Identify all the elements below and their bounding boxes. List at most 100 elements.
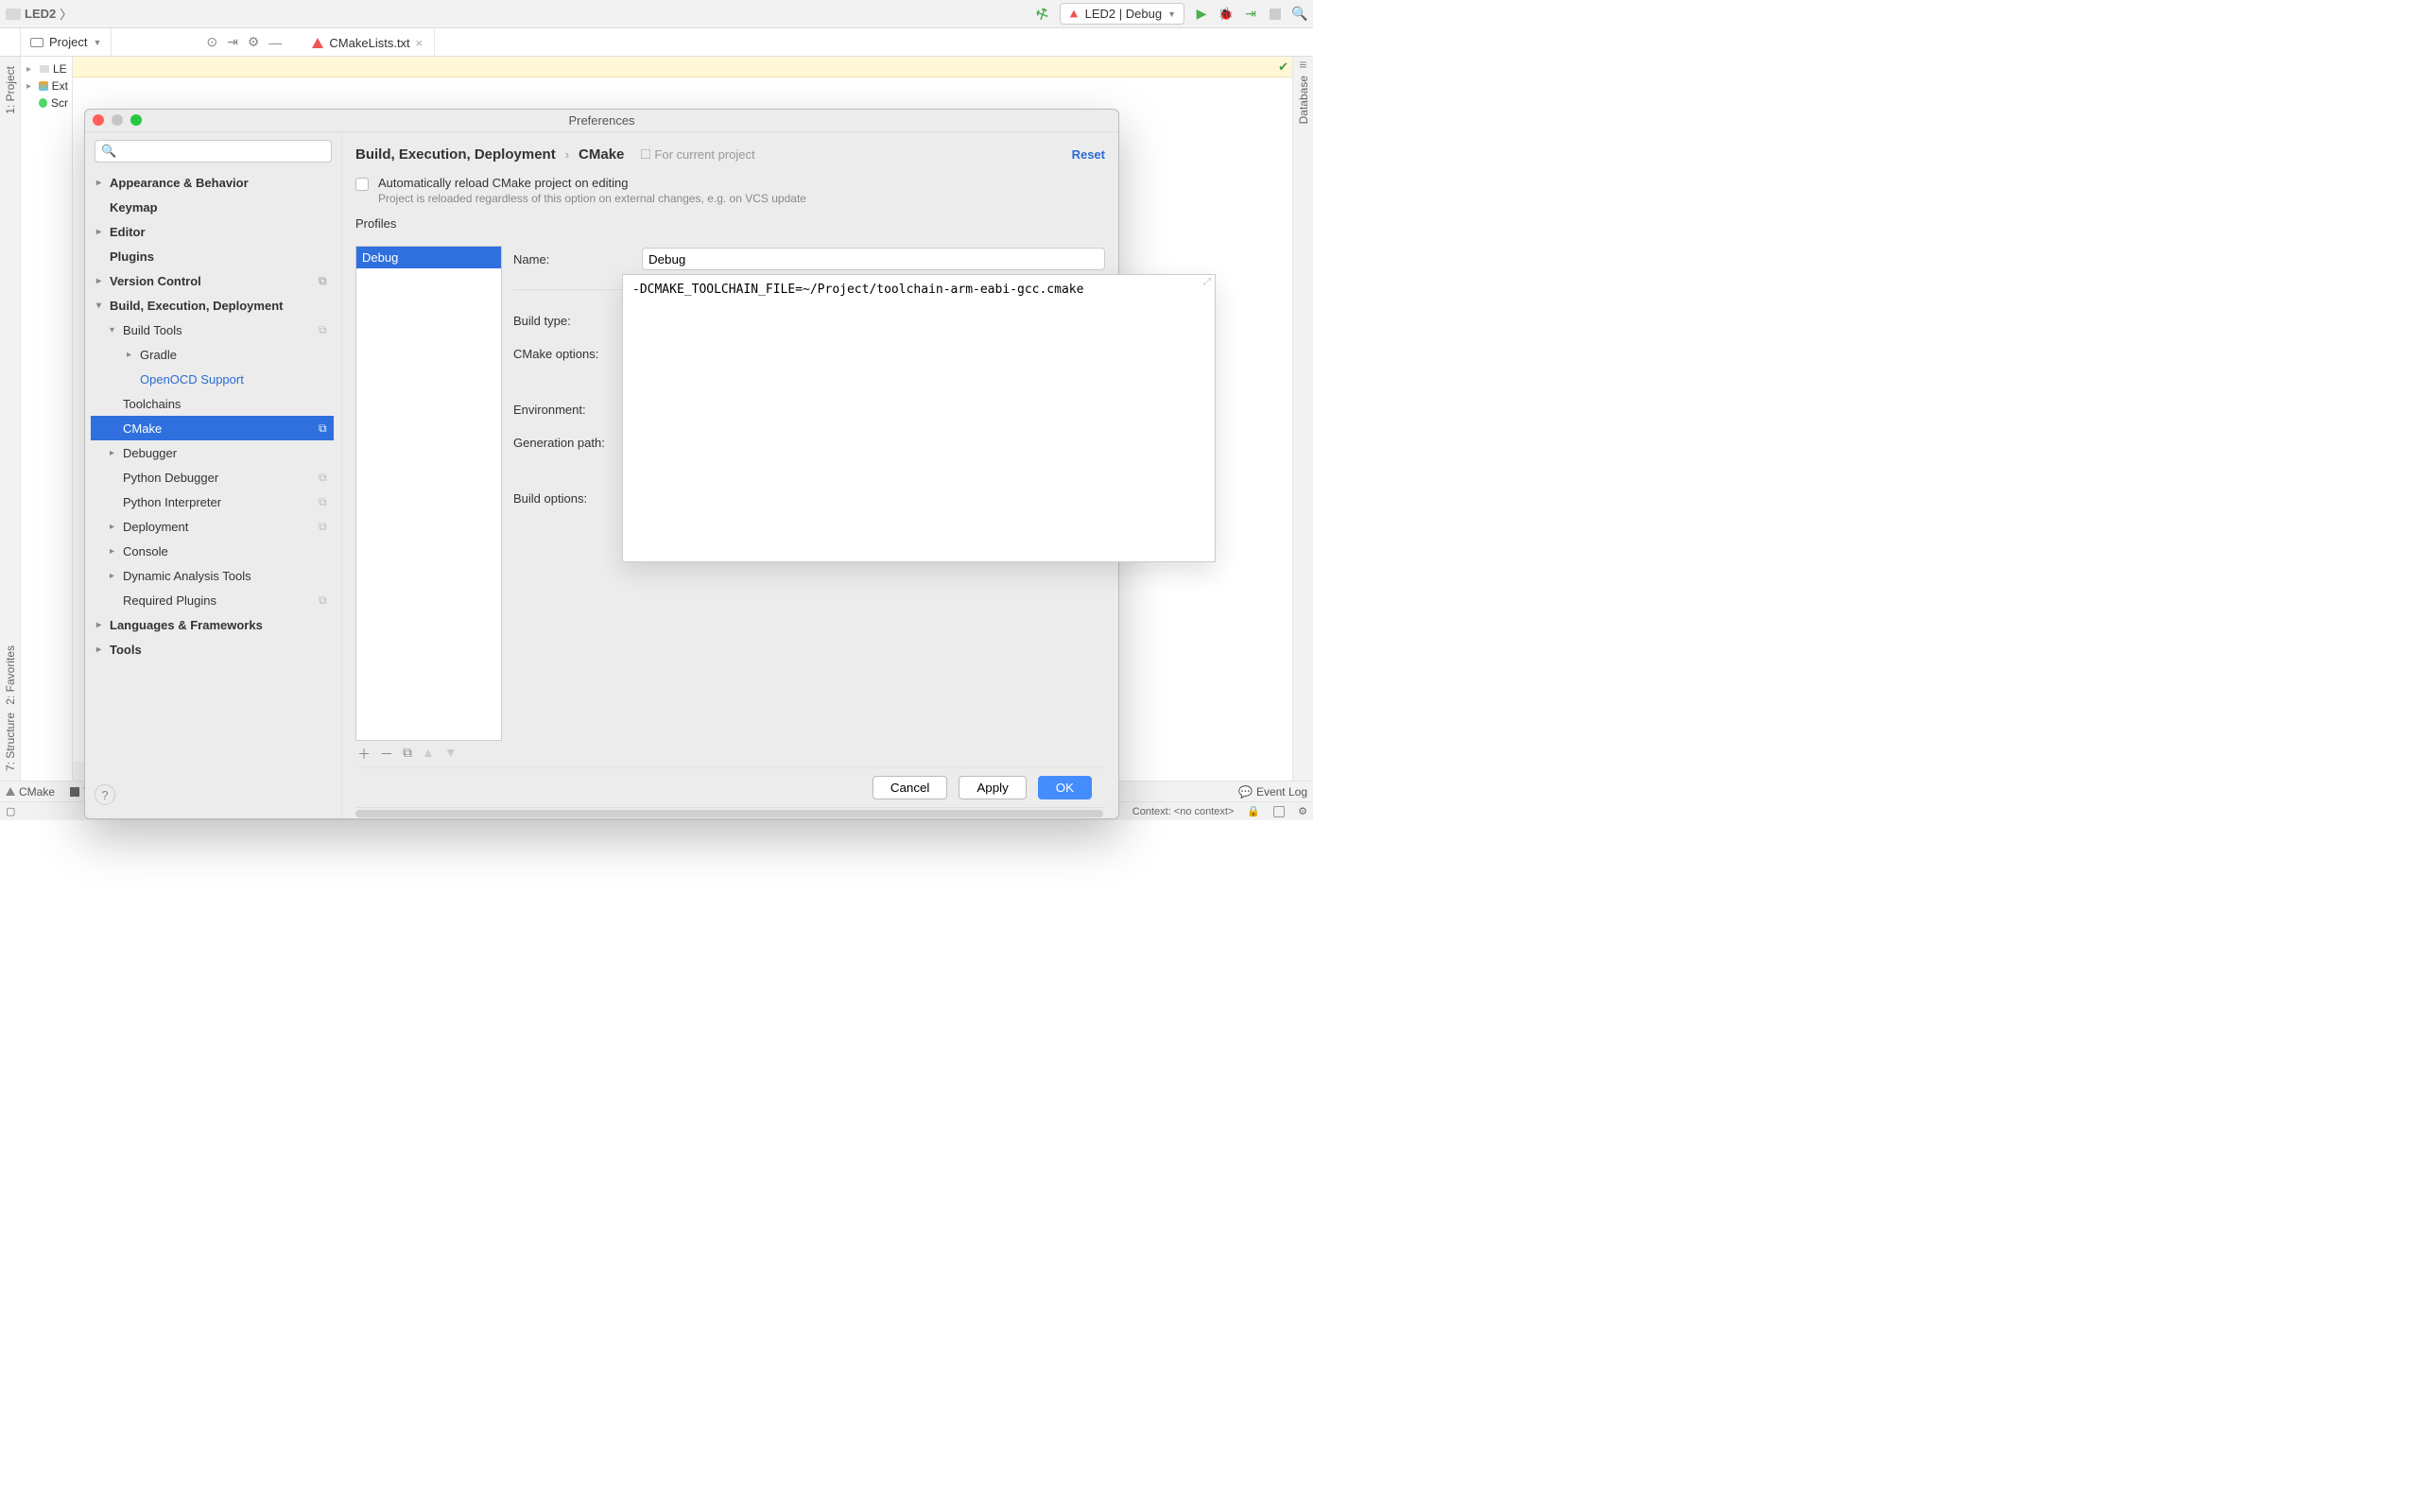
window-close-icon[interactable] bbox=[93, 114, 104, 126]
run-with-coverage-icon[interactable] bbox=[1243, 7, 1258, 22]
reset-link[interactable]: Reset bbox=[1072, 147, 1105, 162]
cmake-toolwindow[interactable]: CMake bbox=[6, 785, 55, 799]
cmake-icon bbox=[6, 787, 15, 796]
cmake-file-icon bbox=[312, 38, 323, 48]
apply-button[interactable]: Apply bbox=[959, 776, 1026, 799]
project-tree[interactable]: ▸LE ▸Ext Scr bbox=[21, 57, 73, 781]
module-icon bbox=[641, 149, 650, 159]
name-label: Name: bbox=[513, 252, 627, 266]
horizontal-scrollbar[interactable] bbox=[355, 807, 1105, 818]
tree-item[interactable]: Scr bbox=[21, 94, 72, 112]
copy-icon[interactable]: ⧉ bbox=[403, 745, 412, 764]
search-input[interactable] bbox=[122, 145, 325, 159]
profile-item[interactable]: Debug bbox=[356, 247, 501, 268]
remove-icon[interactable]: － bbox=[380, 745, 393, 764]
run-config-dropdown[interactable]: LED2 | Debug ▼ bbox=[1060, 3, 1184, 25]
tree-item[interactable]: ▸LE bbox=[21, 60, 72, 77]
tree-cmake[interactable]: CMake⧉ bbox=[91, 416, 334, 440]
stop-icon[interactable] bbox=[1268, 7, 1283, 22]
run-icon[interactable] bbox=[1194, 7, 1209, 22]
collapse-icon[interactable]: ⇥ bbox=[227, 34, 238, 50]
search-icon: 🔍 bbox=[101, 144, 116, 159]
tree-label: Scr bbox=[51, 96, 68, 110]
database-icon[interactable] bbox=[1299, 57, 1306, 72]
tool-window-bar: Project ▼ ⊙ ⇥ ⚙ — CMakeLists.txt × bbox=[0, 28, 1313, 57]
folder-icon bbox=[40, 65, 49, 73]
side-gap bbox=[0, 28, 21, 56]
favorites-strip[interactable]: 2: Favorites bbox=[4, 642, 17, 709]
tree-keymap[interactable]: Keymap bbox=[91, 195, 334, 219]
tree-vcs[interactable]: ▸Version Control⧉ bbox=[91, 268, 334, 293]
name-input[interactable] bbox=[642, 248, 1105, 270]
up-icon[interactable]: ▲ bbox=[422, 745, 435, 764]
tree-tools[interactable]: ▸Tools bbox=[91, 637, 334, 662]
build-icon[interactable]: ⚒ bbox=[1032, 4, 1052, 24]
tree-openocd[interactable]: OpenOCD Support bbox=[91, 367, 334, 391]
tree-analysis[interactable]: ▸Dynamic Analysis Tools bbox=[91, 563, 334, 588]
add-icon[interactable]: ＋ bbox=[357, 745, 371, 764]
tree-python-interp[interactable]: Python Interpreter⧉ bbox=[91, 490, 334, 514]
down-icon[interactable]: ▼ bbox=[444, 745, 458, 764]
event-log-icon: 💬 bbox=[1238, 785, 1253, 799]
help-icon[interactable]: ? bbox=[95, 784, 115, 805]
preferences-dialog: Preferences 🔍 ▸Appearance & Behavior Key… bbox=[84, 109, 1119, 819]
dialog-title: Preferences bbox=[568, 113, 634, 128]
scratches-icon bbox=[39, 98, 47, 108]
breadcrumb[interactable]: LED2 〉 bbox=[6, 5, 72, 23]
tree-item[interactable]: ▸Ext bbox=[21, 77, 72, 94]
tree-required-plugins[interactable]: Required Plugins⧉ bbox=[91, 588, 334, 612]
tree-python-debugger[interactable]: Python Debugger⧉ bbox=[91, 465, 334, 490]
gear-icon[interactable]: ⚙ bbox=[248, 34, 260, 50]
cmake-icon bbox=[1069, 10, 1077, 18]
notification-banner[interactable]: ✔ bbox=[73, 57, 1292, 77]
tree-appearance[interactable]: ▸Appearance & Behavior bbox=[91, 170, 334, 195]
editor-tab[interactable]: CMakeLists.txt × bbox=[301, 28, 435, 56]
right-tool-strip: Database bbox=[1292, 57, 1313, 781]
database-strip[interactable]: Database bbox=[1297, 72, 1310, 128]
auto-reload-sub: Project is reloaded regardless of this o… bbox=[378, 192, 806, 205]
readonly-icon[interactable] bbox=[1247, 805, 1260, 817]
dialog-titlebar[interactable]: Preferences bbox=[85, 110, 1118, 132]
copy-icon: ⧉ bbox=[319, 495, 334, 509]
inspection-profile-icon[interactable] bbox=[1273, 806, 1285, 817]
profiles-list[interactable]: Debug bbox=[355, 246, 502, 741]
tree-debugger[interactable]: ▸Debugger bbox=[91, 440, 334, 465]
project-strip[interactable]: 1: Project bbox=[4, 62, 17, 118]
preferences-search[interactable]: 🔍 bbox=[95, 140, 332, 163]
cmake-options-input[interactable] bbox=[623, 275, 1215, 304]
tree-gradle[interactable]: ▸Gradle bbox=[91, 342, 334, 367]
auto-reload-checkbox[interactable] bbox=[355, 178, 369, 191]
preferences-content: Build, Execution, Deployment › CMake For… bbox=[342, 132, 1118, 818]
tree-console[interactable]: ▸Console bbox=[91, 539, 334, 563]
project-view-dropdown[interactable]: Project ▼ bbox=[21, 28, 112, 56]
close-tab-icon[interactable]: × bbox=[416, 36, 424, 50]
context-indicator[interactable]: Context: <no context> bbox=[1132, 806, 1235, 817]
collapse-icon[interactable]: ⤢ bbox=[1203, 277, 1211, 287]
copy-icon: ⧉ bbox=[319, 323, 334, 337]
crumb-section[interactable]: Build, Execution, Deployment bbox=[355, 146, 556, 163]
structure-strip[interactable]: 7: Structure bbox=[4, 709, 17, 775]
tree-bed[interactable]: ▾Build, Execution, Deployment bbox=[91, 293, 334, 318]
tree-deployment[interactable]: ▸Deployment⧉ bbox=[91, 514, 334, 539]
tree-build-tools[interactable]: ▾Build Tools⧉ bbox=[91, 318, 334, 342]
mem-indicator-icon[interactable]: ⚙ bbox=[1298, 805, 1307, 817]
search-everywhere-icon[interactable] bbox=[1292, 7, 1307, 22]
ok-button[interactable]: OK bbox=[1038, 776, 1092, 799]
copy-icon: ⧉ bbox=[319, 593, 334, 608]
editor-tab-bar: CMakeLists.txt × bbox=[301, 28, 435, 56]
hide-icon[interactable]: — bbox=[268, 35, 282, 50]
status-left-icon[interactable]: ▢ bbox=[6, 805, 15, 817]
tree-plugins[interactable]: Plugins bbox=[91, 244, 334, 268]
tree-lang[interactable]: ▸Languages & Frameworks bbox=[91, 612, 334, 637]
window-zoom-icon[interactable] bbox=[130, 114, 142, 126]
top-navbar: LED2 〉 ⚒ LED2 | Debug ▼ bbox=[0, 0, 1313, 28]
debug-icon[interactable] bbox=[1219, 7, 1234, 22]
generation-path-label: Generation path: bbox=[513, 436, 627, 450]
tree-editor[interactable]: ▸Editor bbox=[91, 219, 334, 244]
cmake-options-expanded: ⤢ bbox=[622, 274, 1216, 562]
event-log[interactable]: 💬Event Log bbox=[1238, 785, 1307, 799]
inspections-ok-icon[interactable]: ✔ bbox=[1278, 60, 1288, 75]
tree-toolchains[interactable]: Toolchains bbox=[91, 391, 334, 416]
locate-icon[interactable]: ⊙ bbox=[206, 34, 217, 50]
cancel-button[interactable]: Cancel bbox=[873, 776, 948, 799]
